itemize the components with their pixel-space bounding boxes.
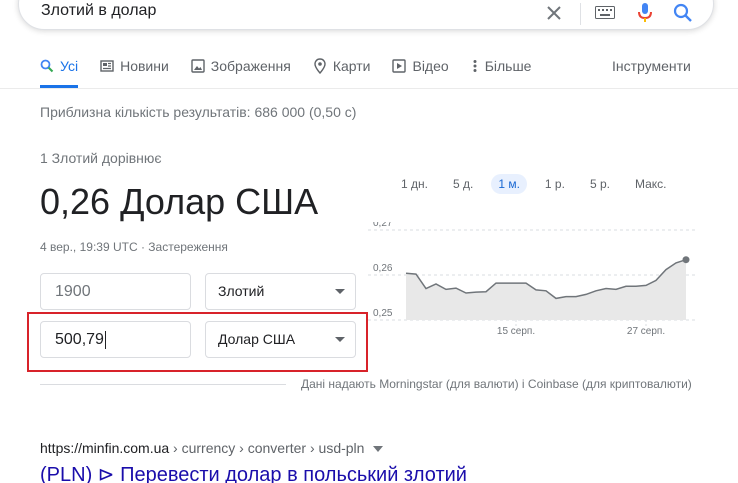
conversion-timestamp: 4 вер., 19:39 UTC · Застереження [40, 240, 228, 254]
tab-label: Відео [412, 58, 449, 74]
tab-maps[interactable]: Карти [313, 58, 371, 88]
currency-from-label: Злотий [218, 283, 265, 299]
result-domain: https://minfin.com.ua [40, 440, 170, 456]
result-path: › currency › converter › usd-pln [169, 440, 365, 456]
y-tick-label: 0,25 [373, 308, 393, 319]
image-icon [191, 58, 205, 74]
video-icon [392, 58, 407, 74]
tab-label: Більше [484, 58, 532, 74]
amount-from-input[interactable]: 1900 [40, 273, 191, 310]
tab-news[interactable]: Новини [100, 58, 169, 88]
microphone-icon[interactable] [633, 1, 657, 25]
tab-label: Новини [120, 58, 169, 74]
search-icon [40, 58, 54, 74]
dropdown-arrow-icon [335, 289, 345, 294]
y-tick-label: 0,26 [373, 263, 393, 274]
timestamp-text: 4 вер., 19:39 UTC [40, 240, 138, 254]
range-5y[interactable]: 5 р. [583, 174, 617, 194]
tools-button[interactable]: Інструменти [612, 58, 691, 74]
card-divider [40, 384, 286, 385]
search-divider [580, 3, 581, 25]
tab-label: Усі [60, 58, 79, 74]
caret-down-icon[interactable] [373, 446, 384, 453]
map-pin-icon [313, 58, 327, 74]
x-tick-label: 27 серп. [627, 326, 665, 337]
search-tabs: Усі Новини Зображення Карти Відео Більше [40, 58, 553, 88]
more-vert-icon [471, 58, 479, 74]
chart-endpoint [682, 256, 690, 264]
range-1y[interactable]: 1 р. [538, 174, 572, 194]
currency-from-select[interactable]: Злотий [205, 273, 356, 310]
disclaimer-link[interactable]: Застереження [148, 240, 228, 254]
range-1m[interactable]: 1 м. [491, 174, 527, 194]
tabs-divider [0, 88, 738, 89]
timestamp-separator: · [137, 240, 149, 254]
tab-label: Зображення [210, 58, 291, 74]
rate-chart[interactable]: 0,27 0,26 0,25 15 серп. 27 серп. [368, 222, 708, 342]
chart-range-selector: 1 дн. 5 д. 1 м. 1 р. 5 р. Макс. [394, 174, 684, 194]
news-icon [100, 58, 114, 74]
range-5d[interactable]: 5 д. [446, 174, 480, 194]
tab-all[interactable]: Усі [40, 58, 79, 88]
result-url[interactable]: https://minfin.com.ua › currency › conve… [40, 440, 384, 456]
tab-images[interactable]: Зображення [191, 58, 291, 88]
x-tick-label: 15 серп. [497, 326, 535, 337]
tab-videos[interactable]: Відео [392, 58, 449, 88]
clear-icon[interactable] [542, 1, 566, 25]
range-1d[interactable]: 1 дн. [394, 174, 435, 194]
conversion-label: 1 Злотий дорівнює [40, 150, 162, 166]
highlight-box [27, 312, 368, 372]
search-box[interactable]: Злотий в долар [18, 0, 714, 30]
conversion-result: 0,26 Долар США [40, 181, 319, 222]
y-tick-label: 0,27 [373, 222, 393, 229]
result-stats: Приблизна кількість результатів: 686 000… [40, 104, 357, 120]
search-icon[interactable] [671, 1, 695, 25]
keyboard-icon[interactable] [593, 1, 617, 25]
result-title-link[interactable]: (PLN) ⊳ Перевести долар в польський злот… [40, 462, 467, 483]
tab-label: Карти [332, 58, 371, 74]
tab-more[interactable]: Більше [471, 58, 532, 88]
range-max[interactable]: Макс. [628, 174, 674, 194]
data-attribution: Дані надають Morningstar (для валюти) і … [301, 377, 692, 391]
search-input[interactable]: Злотий в долар [41, 1, 156, 21]
